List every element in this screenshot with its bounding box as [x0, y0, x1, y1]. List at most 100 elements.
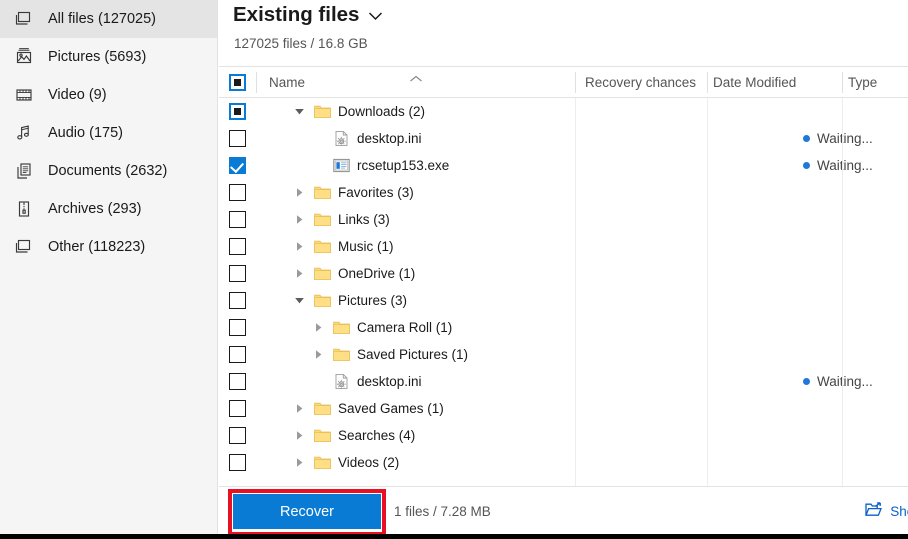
recovery-chance-cell [803, 395, 908, 422]
row-checkbox-box[interactable] [229, 292, 246, 309]
row-checkbox[interactable] [229, 238, 246, 255]
sidebar-item-documents[interactable]: Documents (2632) [0, 152, 217, 190]
documents-icon [14, 161, 34, 181]
row-checkbox-box[interactable] [229, 265, 246, 282]
file-name-label: Links (3) [338, 212, 390, 227]
triangle-right-icon[interactable] [293, 233, 306, 260]
table-row[interactable]: Saved Games (1)Folder [219, 395, 908, 422]
row-checkbox-box[interactable] [229, 400, 246, 417]
chevron-down-icon[interactable] [368, 8, 383, 26]
sidebar-item-all[interactable]: All files (127025) [0, 0, 217, 38]
archive-icon [14, 199, 34, 219]
file-count-summary: 127025 files / 16.8 GB [234, 36, 368, 51]
row-checkbox-box[interactable] [229, 373, 246, 390]
file-name-cell[interactable]: Downloads (2) [293, 98, 425, 125]
file-name-cell[interactable]: desktop.ini [312, 368, 422, 395]
table-row[interactable]: Pictures (3)Folder [219, 287, 908, 314]
row-checkbox-box[interactable] [229, 346, 246, 363]
table-row[interactable]: Camera Roll (1)Folder [219, 314, 908, 341]
row-checkbox-box[interactable] [229, 130, 246, 147]
table-row[interactable]: Saved Pictures (1)Folder [219, 341, 908, 368]
triangle-right-icon[interactable] [293, 422, 306, 449]
table-row[interactable]: Videos (2)Folder [219, 449, 908, 476]
table-row[interactable]: Searches (4)Folder [219, 422, 908, 449]
file-name-cell[interactable]: Saved Pictures (1) [312, 341, 468, 368]
table-row[interactable]: Links (3)Folder [219, 206, 908, 233]
file-name-cell[interactable]: Searches (4) [293, 422, 415, 449]
row-checkbox-box[interactable] [229, 103, 246, 120]
triangle-right-icon[interactable] [293, 206, 306, 233]
row-checkbox[interactable] [229, 454, 246, 471]
recovery-chance-label: Waiting... [817, 158, 873, 173]
sidebar-item-label: Video (9) [48, 87, 107, 103]
title-dropdown[interactable]: Existing files [233, 0, 383, 30]
row-checkbox-box[interactable] [229, 454, 246, 471]
file-tree[interactable]: Downloads (2)Folder desktop.ini Waiting...… [219, 98, 908, 486]
row-checkbox-box[interactable] [229, 238, 246, 255]
triangle-right-icon[interactable] [312, 314, 325, 341]
row-checkbox[interactable] [229, 319, 246, 336]
row-checkbox-box[interactable] [229, 319, 246, 336]
recovery-chance-cell: Waiting... [803, 368, 908, 395]
file-name-cell[interactable]: OneDrive (1) [293, 260, 415, 287]
file-name-cell[interactable]: Saved Games (1) [293, 395, 444, 422]
file-name-cell[interactable]: Music (1) [293, 233, 394, 260]
file-name-cell[interactable]: Videos (2) [293, 449, 399, 476]
row-checkbox-box[interactable] [229, 157, 246, 174]
row-checkbox[interactable] [229, 130, 246, 147]
recovery-chance-cell [803, 287, 908, 314]
triangle-down-icon[interactable] [293, 287, 306, 314]
table-row[interactable]: Music (1)Folder [219, 233, 908, 260]
column-divider [256, 72, 257, 93]
column-header-recovery-chances[interactable]: Recovery chances [585, 67, 696, 98]
show-recovered-link[interactable]: Show [865, 487, 908, 535]
row-checkbox[interactable] [229, 427, 246, 444]
file-name-cell[interactable]: Pictures (3) [293, 287, 407, 314]
file-name-cell[interactable]: Links (3) [293, 206, 390, 233]
table-row[interactable]: rcsetup153.exeWaiting...8/17/2021 3:22 P… [219, 152, 908, 179]
triangle-down-icon[interactable] [293, 98, 306, 125]
table-row[interactable]: Downloads (2)Folder [219, 98, 908, 125]
table-row[interactable]: OneDrive (1)Folder [219, 260, 908, 287]
row-checkbox-box[interactable] [229, 427, 246, 444]
row-checkbox[interactable] [229, 103, 246, 120]
sidebar-item-audio[interactable]: Audio (175) [0, 114, 217, 152]
row-checkbox[interactable] [229, 346, 246, 363]
triangle-right-icon[interactable] [293, 260, 306, 287]
sidebar-item-video[interactable]: Video (9) [0, 76, 217, 114]
column-header-date-modified[interactable]: Date Modified [713, 67, 796, 98]
row-checkbox[interactable] [229, 400, 246, 417]
row-checkbox[interactable] [229, 184, 246, 201]
ini-file-icon [332, 373, 350, 391]
row-checkbox[interactable] [229, 157, 246, 174]
sidebar-item-other[interactable]: Other (118223) [0, 228, 217, 266]
table-row[interactable]: desktop.iniWaiting...7/12/2021 3:20 PMCo… [219, 125, 908, 152]
row-checkbox[interactable] [229, 373, 246, 390]
column-header-name[interactable]: Name [269, 67, 305, 98]
music-note-icon [14, 123, 34, 143]
file-name-cell[interactable]: desktop.ini [312, 125, 422, 152]
row-checkbox-box[interactable] [229, 184, 246, 201]
recovery-chance-label: Waiting... [817, 374, 873, 389]
file-name-cell[interactable]: rcsetup153.exe [312, 152, 449, 179]
triangle-right-icon[interactable] [293, 395, 306, 422]
row-checkbox-box[interactable] [229, 211, 246, 228]
row-checkbox[interactable] [229, 265, 246, 282]
column-header-type[interactable]: Type [848, 67, 877, 98]
select-all-checkbox-box[interactable] [229, 74, 246, 91]
triangle-right-icon[interactable] [293, 179, 306, 206]
triangle-right-icon[interactable] [312, 341, 325, 368]
triangle-right-icon[interactable] [293, 449, 306, 476]
file-name-cell[interactable]: Favorites (3) [293, 179, 414, 206]
table-row[interactable]: Favorites (3)Folder [219, 179, 908, 206]
file-name-cell[interactable]: Camera Roll (1) [312, 314, 452, 341]
footer-bar: Recover 1 files / 7.28 MB Show [219, 486, 908, 536]
select-all-checkbox[interactable] [229, 74, 246, 91]
sidebar-item-archives[interactable]: Archives (293) [0, 190, 217, 228]
column-divider [575, 98, 576, 486]
recover-button[interactable]: Recover [233, 494, 381, 529]
sidebar-item-pictures[interactable]: Pictures (5693) [0, 38, 217, 76]
row-checkbox[interactable] [229, 211, 246, 228]
table-row[interactable]: desktop.iniWaiting...7/12/2021 3:20 PMCo… [219, 368, 908, 395]
row-checkbox[interactable] [229, 292, 246, 309]
